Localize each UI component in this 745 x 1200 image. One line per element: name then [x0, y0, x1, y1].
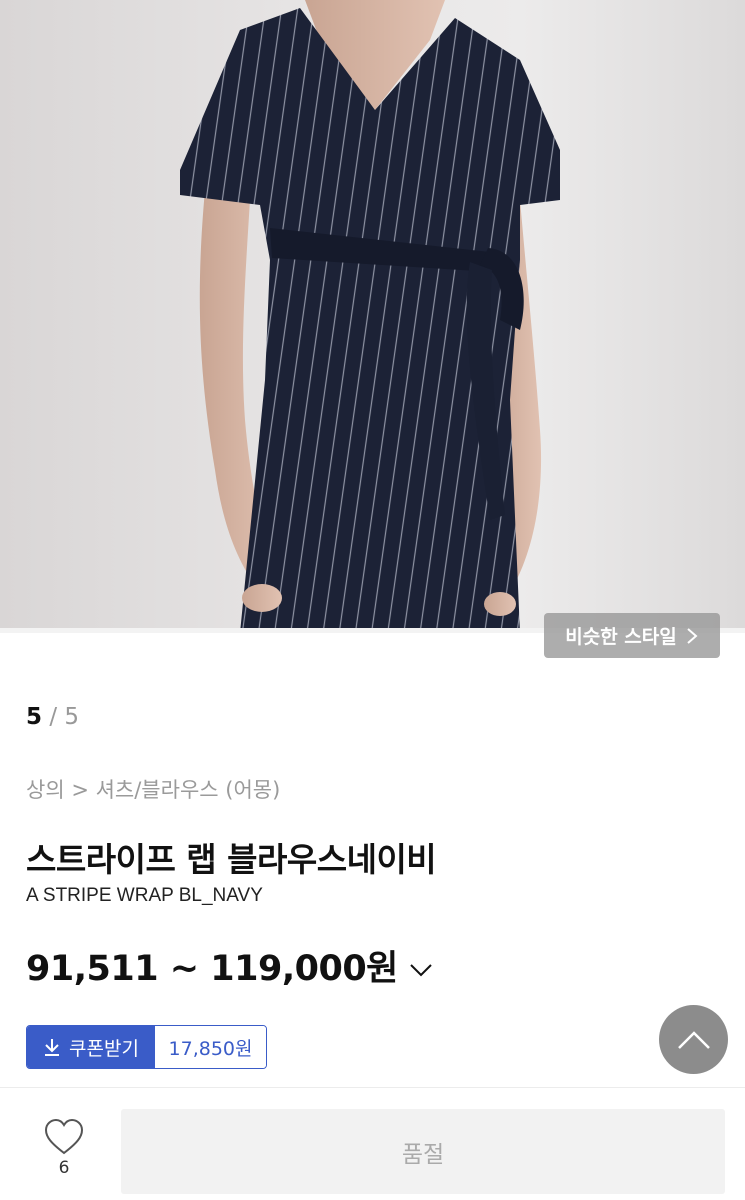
price-expand-button[interactable]	[408, 957, 434, 983]
image-counter-current: 5	[26, 704, 43, 730]
similar-style-button[interactable]: 비슷한 스타일	[544, 613, 720, 658]
price-range: 91,511 ~ 119,000원	[26, 949, 398, 989]
product-image[interactable]	[0, 0, 745, 633]
scroll-top-button[interactable]	[659, 1005, 728, 1074]
chevron-down-icon	[410, 963, 432, 976]
bottom-action-bar: 6 품절	[0, 1087, 745, 1200]
arrow-up-icon	[677, 1030, 710, 1049]
download-icon	[45, 1039, 60, 1056]
coupon-label: 쿠폰받기	[69, 1037, 139, 1060]
wishlist-count: 6	[58, 1158, 70, 1178]
image-counter-separator: /	[49, 704, 58, 730]
heart-icon	[44, 1118, 84, 1155]
coupon-amount: 17,850원	[155, 1026, 266, 1068]
wishlist-button[interactable]: 6	[38, 1118, 90, 1180]
soldout-button: 품절	[121, 1109, 725, 1194]
breadcrumb[interactable]: 상의 > 셔츠/블라우스 (어몽)	[26, 774, 280, 804]
product-photo	[0, 0, 745, 633]
product-subtitle: A STRIPE WRAP BL_NAVY	[26, 885, 263, 906]
price-row[interactable]: 91,511 ~ 119,000원	[26, 940, 434, 991]
image-counter-total: 5	[64, 704, 80, 730]
coupon-widget[interactable]: 쿠폰받기 17,850원	[26, 1025, 267, 1069]
similar-style-label: 비슷한 스타일	[565, 626, 677, 648]
product-title: 스트라이프 랩 블라우스네이비	[26, 840, 437, 879]
chevron-right-icon	[687, 627, 698, 644]
image-counter: 5 / 5	[26, 704, 79, 730]
coupon-download-button[interactable]: 쿠폰받기	[27, 1026, 155, 1068]
